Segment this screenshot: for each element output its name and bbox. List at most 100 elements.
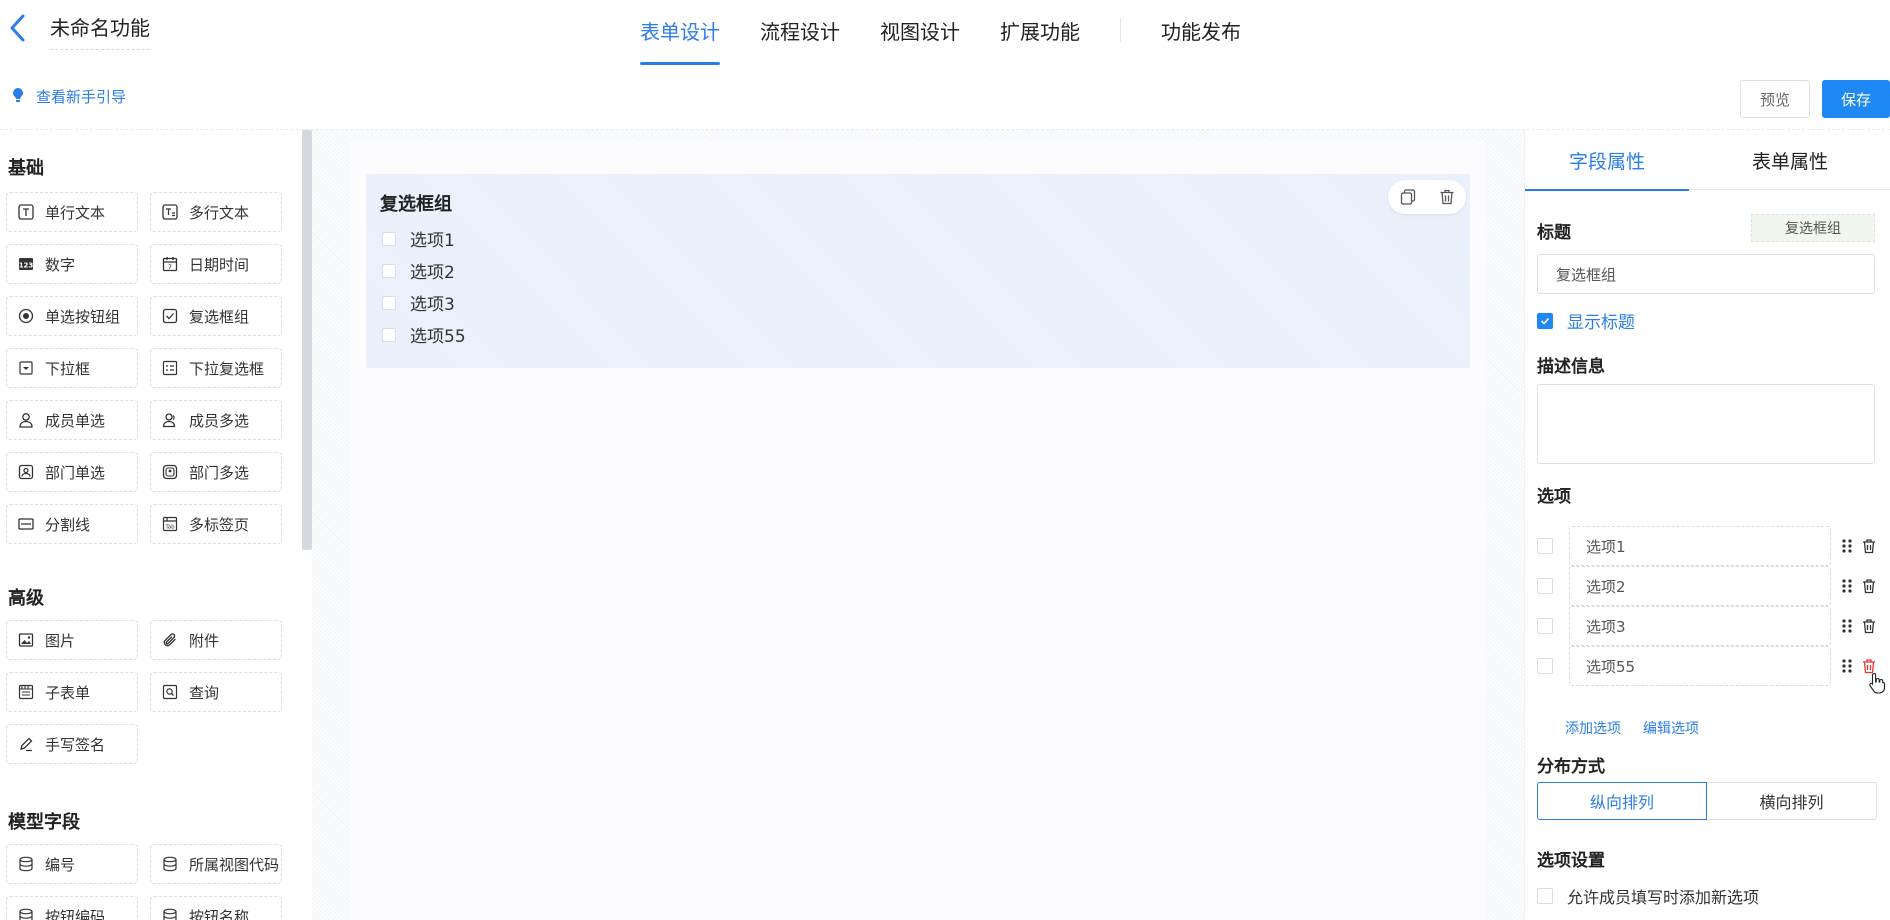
component-palette: 基础 单行文本 多行文本 123 数字 7 日期时间 单选按钮组 复选框组 下拉… bbox=[0, 130, 300, 920]
layout-horizontal-option[interactable]: 横向排列 bbox=[1707, 782, 1877, 820]
palette-item-view-code[interactable]: 所属视图代码 bbox=[150, 844, 282, 884]
trash-icon[interactable] bbox=[1857, 538, 1881, 554]
palette-item-subform[interactable]: 子表单 bbox=[6, 672, 138, 712]
bulb-icon bbox=[12, 87, 36, 107]
field-toolbar bbox=[1388, 180, 1466, 214]
image-icon bbox=[17, 631, 35, 649]
palette-item-number[interactable]: 123 数字 bbox=[6, 244, 138, 284]
database-icon bbox=[161, 855, 179, 873]
checkbox[interactable] bbox=[382, 231, 396, 246]
checkbox[interactable] bbox=[382, 295, 396, 310]
description-textarea[interactable] bbox=[1537, 384, 1875, 464]
checkbox[interactable] bbox=[382, 327, 396, 342]
option-row: 选项2 bbox=[1537, 566, 1889, 606]
tab-form-properties[interactable]: 表单属性 bbox=[1689, 130, 1890, 190]
palette-item-member-single[interactable]: 成员单选 bbox=[6, 400, 138, 440]
guide-link[interactable]: 查看新手引导 bbox=[12, 86, 126, 107]
palette-item-dept-single[interactable]: 部门单选 bbox=[6, 452, 138, 492]
copy-icon[interactable] bbox=[1391, 180, 1425, 214]
preview-button[interactable]: 预览 bbox=[1740, 80, 1810, 118]
field-option[interactable]: 选项55 bbox=[382, 322, 466, 347]
palette-item-checkbox-group[interactable]: 复选框组 bbox=[150, 296, 282, 336]
field-option[interactable]: 选项3 bbox=[382, 290, 455, 315]
pen-icon bbox=[17, 735, 35, 753]
show-title-label: 显示标题 bbox=[1567, 313, 1635, 333]
group-title-advanced: 高级 bbox=[8, 588, 44, 609]
palette-item-divider[interactable]: 分割线 bbox=[6, 504, 138, 544]
database-icon bbox=[161, 907, 179, 920]
show-title-row[interactable]: 显示标题 bbox=[1537, 308, 1635, 333]
subform-icon bbox=[17, 683, 35, 701]
palette-item-dept-multi[interactable]: 部门多选 bbox=[150, 452, 282, 492]
drag-handle-icon[interactable] bbox=[1837, 658, 1857, 674]
checkbox-icon bbox=[161, 307, 179, 325]
tab-divider bbox=[1120, 18, 1121, 42]
drag-handle-icon[interactable] bbox=[1837, 538, 1857, 554]
tab-flow-design[interactable]: 流程设计 bbox=[760, 0, 840, 66]
field-option[interactable]: 选项2 bbox=[382, 258, 455, 283]
palette-item-signature[interactable]: 手写签名 bbox=[6, 724, 138, 764]
single-line-text-icon bbox=[17, 203, 35, 221]
palette-item-attachment[interactable]: 附件 bbox=[150, 620, 282, 660]
option-default-checkbox[interactable] bbox=[1537, 618, 1553, 634]
palette-item-dropdown-multi[interactable]: 下拉复选框 bbox=[150, 348, 282, 388]
checkbox[interactable] bbox=[382, 263, 396, 278]
layout-vertical-option[interactable]: 纵向排列 bbox=[1537, 782, 1707, 820]
palette-item-dropdown[interactable]: 下拉框 bbox=[6, 348, 138, 388]
tab-form-design[interactable]: 表单设计 bbox=[640, 0, 720, 66]
palette-item-datetime[interactable]: 7 日期时间 bbox=[150, 244, 282, 284]
tabs-icon: Tab bbox=[161, 515, 179, 533]
drag-handle-icon[interactable] bbox=[1837, 618, 1857, 634]
user-icon bbox=[17, 411, 35, 429]
allow-new-option-checkbox[interactable] bbox=[1537, 888, 1553, 904]
back-arrow-icon[interactable] bbox=[6, 12, 30, 44]
palette-item-member-multi[interactable]: 成员多选 bbox=[150, 400, 282, 440]
description-label: 描述信息 bbox=[1537, 357, 1605, 377]
palette-item-single-text[interactable]: 单行文本 bbox=[6, 192, 138, 232]
palette-item-multi-text[interactable]: 多行文本 bbox=[150, 192, 282, 232]
layout-label: 分布方式 bbox=[1537, 757, 1605, 777]
option-default-checkbox[interactable] bbox=[1537, 578, 1553, 594]
departments-icon bbox=[161, 463, 179, 481]
add-option-link[interactable]: 添加选项 bbox=[1565, 718, 1621, 738]
group-title-model-fields: 模型字段 bbox=[8, 812, 80, 833]
edit-options-link[interactable]: 编辑选项 bbox=[1643, 718, 1699, 738]
save-button[interactable]: 保存 bbox=[1822, 80, 1890, 118]
option-default-checkbox[interactable] bbox=[1537, 658, 1553, 674]
tab-field-properties[interactable]: 字段属性 bbox=[1525, 130, 1689, 191]
show-title-checkbox[interactable] bbox=[1537, 312, 1553, 329]
field-type-tag: 复选框组 bbox=[1751, 214, 1875, 242]
trash-icon[interactable] bbox=[1857, 578, 1881, 594]
tab-publish[interactable]: 功能发布 bbox=[1161, 0, 1241, 66]
option-input[interactable]: 选项55 bbox=[1569, 646, 1831, 686]
palette-item-serial[interactable]: 编号 bbox=[6, 844, 138, 884]
option-input[interactable]: 选项2 bbox=[1569, 566, 1831, 606]
svg-text:7: 7 bbox=[168, 264, 172, 271]
palette-item-button-name[interactable]: 按钮名称 bbox=[150, 896, 282, 920]
option-default-checkbox[interactable] bbox=[1537, 538, 1553, 554]
palette-item-query[interactable]: 查询 bbox=[150, 672, 282, 712]
option-input[interactable]: 选项3 bbox=[1569, 606, 1831, 646]
app-title[interactable]: 未命名功能 bbox=[50, 12, 150, 50]
query-icon bbox=[161, 683, 179, 701]
palette-item-radio-group[interactable]: 单选按钮组 bbox=[6, 296, 138, 336]
drag-handle-icon[interactable] bbox=[1837, 578, 1857, 594]
palette-item-image[interactable]: 图片 bbox=[6, 620, 138, 660]
palette-item-tabs[interactable]: Tab 多标签页 bbox=[150, 504, 282, 544]
allow-new-option-row[interactable]: 允许成员填写时添加新选项 bbox=[1537, 884, 1759, 908]
option-input[interactable]: 选项1 bbox=[1569, 526, 1831, 566]
palette-item-button-code[interactable]: 按钮编码 bbox=[6, 896, 138, 920]
department-icon bbox=[17, 463, 35, 481]
checkbox-group-field[interactable]: 复选框组 选项1 选项2 选项3 选项55 bbox=[366, 174, 1470, 368]
trash-icon[interactable] bbox=[1857, 618, 1881, 634]
trash-icon[interactable] bbox=[1430, 180, 1464, 214]
svg-text:Tab: Tab bbox=[164, 525, 175, 531]
tab-view-design[interactable]: 视图设计 bbox=[880, 0, 960, 66]
guide-link-label: 查看新手引导 bbox=[36, 88, 127, 106]
palette-scrollbar[interactable] bbox=[302, 130, 312, 550]
users-icon bbox=[161, 411, 179, 429]
tab-extensions[interactable]: 扩展功能 bbox=[1000, 0, 1080, 66]
dropdown-multi-icon bbox=[161, 359, 179, 377]
field-option[interactable]: 选项1 bbox=[382, 226, 455, 251]
title-input[interactable] bbox=[1537, 254, 1875, 294]
